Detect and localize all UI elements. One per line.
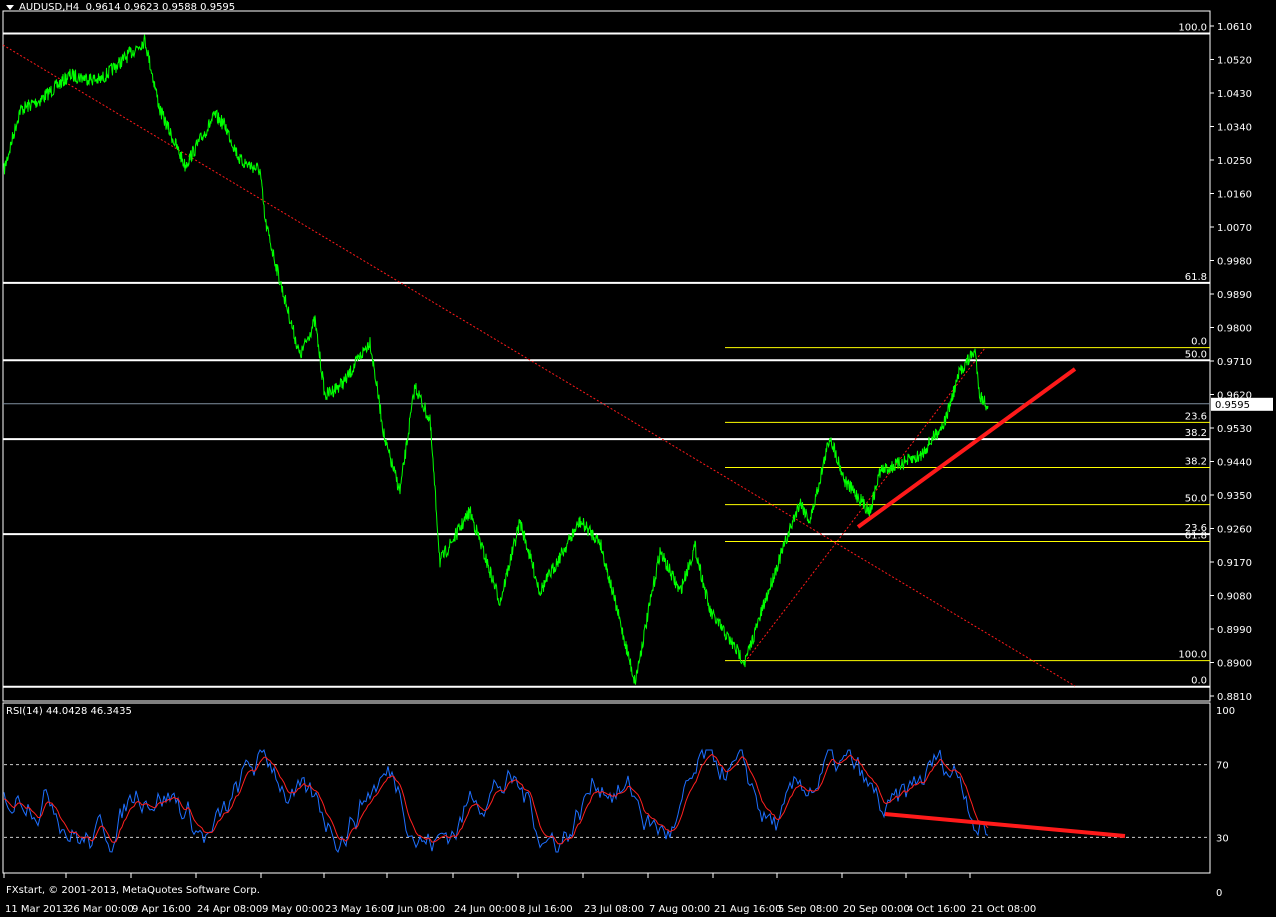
- time-tick-label: 9 Apr 16:00: [132, 904, 191, 915]
- price-tick-label: 1.0070: [1217, 223, 1252, 234]
- fib-minor-label: 0.0: [1191, 337, 1207, 348]
- time-tick-label: 9 May 00:00: [262, 904, 324, 915]
- symbol-label: AUDUSD,H4: [19, 2, 80, 13]
- time-tick-label: 23 May 16:00: [325, 904, 394, 915]
- fib-level-label: 61.8: [1185, 272, 1207, 283]
- time-tick-label: 8 Jul 16:00: [519, 904, 573, 915]
- price-tick-label: 1.0610: [1217, 22, 1252, 33]
- price-tick-label: 0.9710: [1217, 357, 1252, 368]
- fib-level-label: 0.0: [1191, 676, 1207, 687]
- fib-minor-label: 23.6: [1185, 411, 1207, 422]
- fib-level-label: 50.0: [1185, 349, 1207, 360]
- price-tick-label: 0.9890: [1217, 290, 1252, 301]
- time-tick-label: 24 Apr 08:00: [197, 904, 262, 915]
- price-tick-label: 1.0160: [1217, 190, 1252, 201]
- current-price-label: 0.9595: [1215, 400, 1250, 411]
- time-tick-label: 4 Oct 16:00: [907, 904, 966, 915]
- chart-header: AUDUSD,H4 0.9614 0.9623 0.9588 0.9595: [6, 2, 235, 13]
- rsi-label: RSI(14) 44.0428 46.3435: [6, 706, 132, 717]
- price-tick-label: 0.9170: [1217, 558, 1252, 569]
- time-tick-label: 23 Jul 08:00: [584, 904, 644, 915]
- price-tick-label: 1.0250: [1217, 156, 1252, 167]
- rsi-tick-label: 70: [1216, 761, 1229, 772]
- fib-minor-label: 38.2: [1185, 456, 1207, 467]
- price-tick-label: 1.0430: [1217, 89, 1252, 100]
- time-tick-label: 5 Sep 08:00: [778, 904, 838, 915]
- price-tick-label: 0.9980: [1217, 257, 1252, 268]
- rsi-line: [3, 748, 989, 854]
- dropdown-triangle-icon[interactable]: [6, 4, 14, 10]
- price-tick-label: 0.8900: [1217, 659, 1252, 670]
- price-tick-label: 0.8990: [1217, 625, 1252, 636]
- rsi-panel-frame: [2, 702, 1211, 874]
- fib-level-label: 38.2: [1185, 428, 1207, 439]
- time-tick-label: 24 Jun 00:00: [454, 904, 518, 915]
- price-tick-label: 0.9440: [1217, 458, 1252, 469]
- rsi-tick-label: 100: [1216, 706, 1235, 717]
- price-tick-label: 0.9080: [1217, 592, 1252, 603]
- time-tick-label: 11 Mar 2013: [5, 904, 68, 915]
- time-tick-label: 7 Jun 08:00: [388, 904, 445, 915]
- price-tick-label: 0.8810: [1217, 692, 1252, 703]
- price-chart: 1.0610 1.0520 1.0430 1.0340 1.0250 1.0160 1.00…: [2, 10, 1273, 915]
- price-tick-label: 1.0520: [1217, 56, 1252, 67]
- fib-minor-label: 50.0: [1185, 494, 1207, 505]
- price-tick-label: 0.9530: [1217, 424, 1252, 435]
- time-tick-label: 21 Oct 08:00: [971, 904, 1036, 915]
- copyright-text: FXstart, © 2001-2013, MetaQuotes Softwar…: [6, 885, 260, 896]
- rsi-tick-label: 30: [1216, 833, 1229, 844]
- price-tick-label: 1.0340: [1217, 123, 1252, 134]
- ohlc-values: 0.9614 0.9623 0.9588 0.9595: [85, 2, 236, 13]
- price-tick-label: 0.9260: [1217, 525, 1252, 536]
- time-tick-label: 26 Mar 00:00: [67, 904, 134, 915]
- time-tick-label: 20 Sep 00:00: [843, 904, 910, 915]
- rsi-divergence-trendline: [884, 812, 1126, 838]
- main-panel-frame: [2, 10, 1211, 702]
- fib-minor-label: 61.8: [1185, 531, 1207, 542]
- fib-minor-label: 100.0: [1178, 650, 1207, 661]
- fib-level-label: 100.0: [1178, 22, 1207, 33]
- price-tick-label: 0.9350: [1217, 491, 1252, 502]
- time-tick-label: 7 Aug 00:00: [649, 904, 710, 915]
- time-tick-label: 21 Aug 16:00: [714, 904, 781, 915]
- support-trendline: [856, 367, 1077, 529]
- price-tick-label: 0.9800: [1217, 324, 1252, 335]
- rsi-tick-label: 0: [1216, 888, 1222, 899]
- rsi-signal-line: [3, 753, 989, 845]
